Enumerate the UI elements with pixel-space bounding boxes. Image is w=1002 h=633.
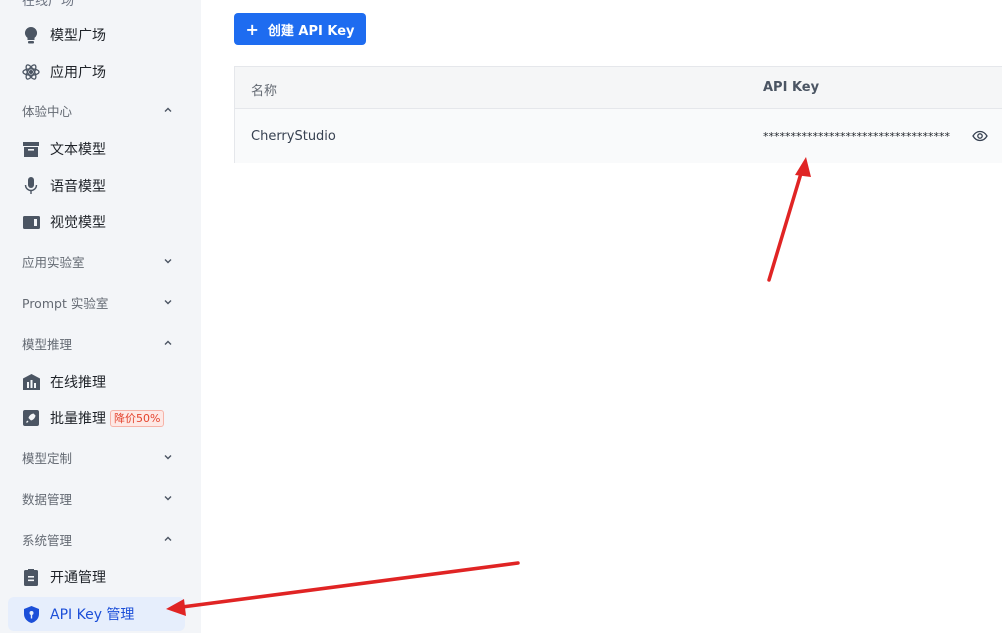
archive-box-icon bbox=[22, 140, 40, 158]
group-app-lab[interactable]: 应用实验室 bbox=[22, 251, 174, 271]
group-data-management[interactable]: 数据管理 bbox=[22, 488, 174, 508]
sidebar-item-label: 语音模型 bbox=[50, 179, 106, 195]
group-model-customization[interactable]: 模型定制 bbox=[22, 447, 174, 467]
shield-key-icon bbox=[22, 605, 40, 623]
sidebar-item-app-square[interactable]: 应用广场 bbox=[8, 55, 185, 89]
plus-icon: + bbox=[245, 19, 259, 39]
annotation-arrow-to-key bbox=[767, 157, 811, 282]
group-model-inference[interactable]: 模型推理 bbox=[22, 333, 174, 353]
sidebar-item-text-model[interactable]: 文本模型 bbox=[8, 132, 185, 166]
row-masked-key: ********************************** bbox=[763, 130, 950, 143]
create-api-key-button[interactable]: + 创建 API Key bbox=[234, 13, 366, 45]
row-name: CherryStudio bbox=[251, 129, 336, 144]
column-header-api-key: API Key bbox=[763, 80, 820, 95]
chevron-up-icon bbox=[162, 337, 174, 349]
group-label: 系统管理 bbox=[22, 532, 73, 548]
clipboard-icon bbox=[22, 568, 40, 586]
create-api-key-label: 创建 API Key bbox=[267, 23, 355, 39]
group-label: 体验中心 bbox=[22, 103, 73, 119]
sidebar-item-label: 在线推理 bbox=[50, 375, 106, 391]
chevron-up-icon bbox=[162, 104, 174, 116]
chevron-up-icon bbox=[162, 533, 174, 545]
chevron-down-icon bbox=[162, 492, 174, 504]
sidebar-item-activation[interactable]: 开通管理 bbox=[8, 560, 185, 594]
building-chart-icon bbox=[22, 373, 40, 391]
group-label: 应用实验室 bbox=[22, 254, 85, 270]
video-card-icon bbox=[22, 213, 40, 231]
group-label: 数据管理 bbox=[22, 491, 73, 507]
sidebar-cut-label: 在线广场 bbox=[22, 0, 75, 9]
group-label: Prompt 实验室 bbox=[22, 295, 109, 311]
lightbulb-icon bbox=[22, 26, 40, 44]
chevron-down-icon bbox=[162, 255, 174, 267]
chevron-down-icon bbox=[162, 296, 174, 308]
group-system-management[interactable]: 系统管理 bbox=[22, 529, 174, 549]
sidebar-item-online-inference[interactable]: 在线推理 bbox=[8, 365, 185, 399]
api-key-table: 名称 API Key CherryStudio ****************… bbox=[234, 66, 1002, 163]
atom-icon bbox=[22, 63, 40, 81]
sidebar-item-label: 应用广场 bbox=[50, 65, 106, 81]
group-experience-center[interactable]: 体验中心 bbox=[22, 100, 174, 120]
annotation-arrow-to-sidebar bbox=[166, 561, 520, 616]
group-label: 模型推理 bbox=[22, 336, 73, 352]
table-header: 名称 API Key bbox=[235, 67, 1002, 109]
table-row: CherryStudio ***************************… bbox=[235, 109, 1002, 163]
sidebar: 在线广场 模型广场 应用广场 体验中心 文本模型 语音模型 视觉模型 应用实验室… bbox=[0, 0, 201, 633]
chevron-down-icon bbox=[162, 451, 174, 463]
sidebar-item-model-square[interactable]: 模型广场 bbox=[8, 18, 185, 52]
sidebar-item-label: 开通管理 bbox=[50, 570, 106, 586]
sidebar-item-api-key-management[interactable]: API Key 管理 bbox=[8, 597, 185, 631]
sidebar-item-label: 文本模型 bbox=[50, 142, 106, 158]
group-label: 模型定制 bbox=[22, 450, 73, 466]
rocket-icon bbox=[22, 409, 40, 427]
sidebar-item-label: 视觉模型 bbox=[50, 215, 106, 231]
sidebar-item-voice-model[interactable]: 语音模型 bbox=[8, 169, 185, 203]
sidebar-item-batch-inference[interactable]: 批量推理 降价50% bbox=[8, 401, 185, 435]
sidebar-item-label: API Key 管理 bbox=[50, 607, 135, 623]
sidebar-item-label: 模型广场 bbox=[50, 28, 106, 44]
group-prompt-lab[interactable]: Prompt 实验室 bbox=[22, 292, 174, 312]
sidebar-item-vision-model[interactable]: 视觉模型 bbox=[8, 205, 185, 239]
microphone-icon bbox=[22, 177, 40, 195]
column-header-name: 名称 bbox=[251, 84, 278, 99]
sidebar-item-label: 批量推理 bbox=[50, 411, 106, 427]
eye-icon[interactable] bbox=[972, 128, 988, 144]
discount-badge: 降价50% bbox=[110, 409, 165, 427]
